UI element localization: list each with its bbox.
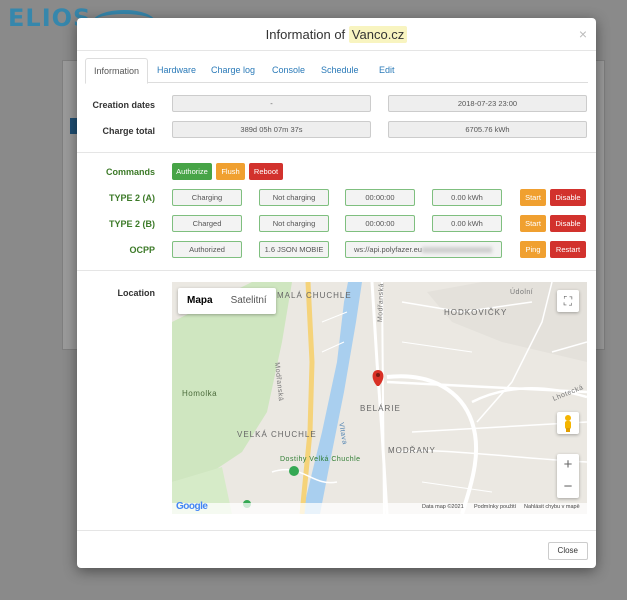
map-type-map[interactable]: Mapa — [178, 288, 222, 314]
type2a-label: TYPE 2 (A) — [108, 193, 155, 203]
tab-information[interactable]: Information — [85, 58, 149, 84]
flush-button[interactable]: Flush — [216, 163, 245, 180]
tab-console[interactable]: Console — [264, 58, 313, 83]
fullscreen-icon[interactable]: ⛶ — [557, 290, 579, 312]
divider — [77, 152, 596, 153]
map-label: HODKOVIČKY — [444, 308, 508, 317]
ocpp-endpoint-url: ws://api.polyfazer.eu — [354, 245, 422, 254]
type2a-energy: 0.00 kWh — [432, 189, 502, 206]
ocpp-version: 1.6 JSON MOBIE — [259, 241, 329, 258]
modal-title-name: Vanco.cz — [348, 26, 408, 43]
zoom-out-icon[interactable]: − — [557, 476, 579, 498]
reboot-button[interactable]: Reboot — [249, 163, 283, 180]
type2b-energy: 0.00 kWh — [432, 215, 502, 232]
type2a-charging: Not charging — [259, 189, 329, 206]
tab-charge-log[interactable]: Charge log — [203, 58, 263, 83]
map-label: BELÁRIE — [360, 404, 401, 413]
map-label: Dostihy Velká Chuchle — [280, 456, 361, 463]
map-label: Homolka — [182, 389, 218, 398]
tab-edit[interactable]: Edit — [371, 58, 403, 83]
tab-schedule[interactable]: Schedule — [313, 58, 367, 83]
divider — [77, 270, 596, 271]
close-icon[interactable]: × — [579, 18, 587, 51]
type2b-start-button[interactable]: Start — [520, 215, 546, 232]
type2b-charging: Not charging — [259, 215, 329, 232]
charge-total-label: Charge total — [102, 126, 155, 136]
location-map[interactable]: Mapa Satelitní ⛶ + − MALÁ CHUCHLE HODKOV… — [172, 282, 587, 514]
charge-energy-value: 6705.76 kWh — [388, 121, 587, 138]
map-label: MODŘANY — [388, 446, 436, 455]
modal-footer: Close — [77, 530, 596, 568]
restart-button[interactable]: Restart — [550, 241, 586, 258]
type2b-label: TYPE 2 (B) — [108, 219, 155, 229]
info-modal: Information of Vanco.cz × Information Ha… — [77, 18, 596, 568]
modal-title: Information of — [265, 27, 346, 42]
commands-label: Commands — [105, 167, 155, 177]
map-label: Modřanská — [377, 282, 386, 323]
type2a-start-button[interactable]: Start — [520, 189, 546, 206]
map-type-satellite[interactable]: Satelitní — [222, 288, 276, 314]
type2a-status: Charging — [172, 189, 242, 206]
type2a-duration: 00:00:00 — [345, 189, 415, 206]
type2b-duration: 00:00:00 — [345, 215, 415, 232]
location-label: Location — [117, 288, 156, 298]
map-footer: Data map ©2021 Podmínky použití Nahlásit… — [172, 503, 587, 514]
map-label: VELKÁ CHUCHLE — [237, 430, 317, 439]
tab-bar: Information Hardware Charge log Console … — [85, 58, 588, 84]
ocpp-endpoint: ws://api.polyfazer.eu — [345, 241, 502, 258]
authorize-button[interactable]: Authorize — [172, 163, 212, 180]
type2a-disable-button[interactable]: Disable — [550, 189, 586, 206]
type2b-disable-button[interactable]: Disable — [550, 215, 586, 232]
google-logo: Google — [176, 501, 208, 512]
map-label: Údolní — [510, 289, 534, 296]
redacted-token — [421, 247, 492, 254]
modal-header: Information of Vanco.cz × — [77, 18, 596, 51]
map-label: MALÁ CHUCHLE — [277, 291, 352, 300]
ping-button[interactable]: Ping — [520, 241, 546, 258]
map-data-text: Data map ©2021 — [422, 504, 464, 510]
charge-time-value: 389d 05h 07m 37s — [172, 121, 371, 138]
creation-date-value: - — [172, 95, 371, 112]
close-button[interactable]: Close — [547, 542, 588, 560]
creation-dates-label: Creation dates — [92, 100, 155, 110]
map-report-link[interactable]: Nahlásit chybu v mapě — [524, 504, 580, 510]
tab-hardware[interactable]: Hardware — [149, 58, 204, 83]
zoom-in-icon[interactable]: + — [557, 454, 579, 476]
last-date-value: 2018-07-23 23:00 — [388, 95, 587, 112]
map-type-switch: Mapa Satelitní — [178, 288, 276, 314]
zoom-control: + − — [557, 454, 579, 498]
map-terms-link[interactable]: Podmínky použití — [474, 504, 516, 510]
ocpp-label: OCPP — [129, 245, 155, 255]
type2b-status: Charged — [172, 215, 242, 232]
ocpp-status: Authorized — [172, 241, 242, 258]
pegman-icon[interactable] — [557, 412, 579, 434]
